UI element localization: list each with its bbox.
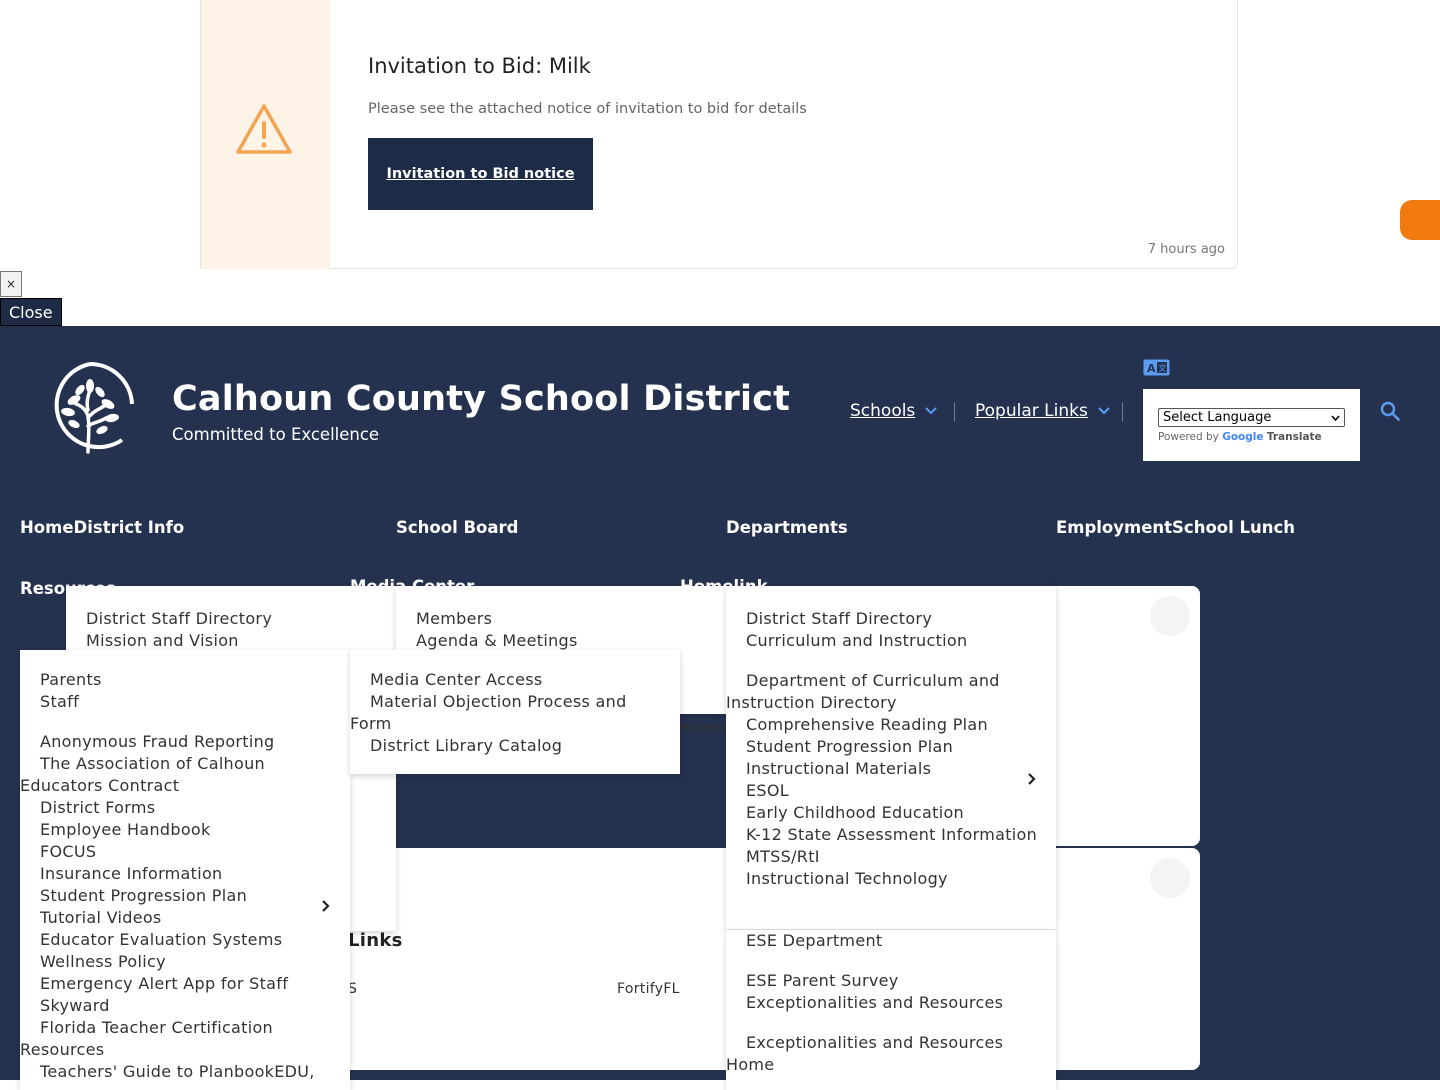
menu-item-curriculum-directory[interactable]: Department of Curriculum and Instruction… bbox=[726, 670, 1056, 714]
menu-item-mission-vision[interactable]: Mission and Vision bbox=[86, 630, 396, 652]
menu-spacer bbox=[726, 652, 1056, 670]
divider bbox=[1122, 402, 1123, 422]
nav-employment-school-lunch[interactable]: EmploymentSchool Lunch bbox=[1056, 518, 1295, 537]
menu-item-parents[interactable]: Parents bbox=[20, 669, 350, 691]
popular-links-label: Popular Links bbox=[975, 401, 1088, 421]
language-select-value: Select Language bbox=[1163, 410, 1272, 425]
menu-item-reading-plan[interactable]: Comprehensive Reading Plan bbox=[726, 714, 1056, 736]
menu-item-agenda-meetings[interactable]: Agenda & Meetings bbox=[416, 630, 726, 652]
language-select[interactable]: Select Language bbox=[1158, 408, 1345, 427]
menu-spacer bbox=[20, 713, 350, 731]
carousel-dot bbox=[1150, 858, 1190, 898]
alert-timestamp: 7 hours ago bbox=[1147, 242, 1225, 257]
chevron-down-icon bbox=[925, 407, 938, 415]
menu-item-district-staff-directory[interactable]: District Staff Directory bbox=[86, 608, 396, 630]
google-text: Google bbox=[1222, 431, 1264, 443]
menu-item-mtss-rti[interactable]: MTSS/RtI bbox=[726, 846, 1056, 868]
menu-fragment-ement: ement bbox=[680, 718, 730, 736]
menu-item-esol[interactable]: ESOL bbox=[726, 780, 1056, 802]
menu-item-exceptionalities[interactable]: Exceptionalities and Resources bbox=[726, 992, 1056, 1014]
menu-item-exceptionalities-home[interactable]: Exceptionalities and Resources Home bbox=[726, 1032, 1056, 1076]
warning-triangle-icon bbox=[236, 104, 292, 154]
links-heading: Links bbox=[348, 930, 403, 951]
tree-logo-icon[interactable] bbox=[44, 360, 136, 456]
fortifyfl-link[interactable]: FortifyFL bbox=[617, 978, 680, 1000]
invitation-notice-button[interactable]: Invitation to Bid notice bbox=[368, 138, 593, 210]
chevron-down-icon bbox=[1331, 414, 1340, 421]
chevron-down-icon bbox=[1098, 407, 1110, 415]
schools-dropdown[interactable]: Schools bbox=[850, 401, 938, 421]
menu-item-staff[interactable]: Staff bbox=[20, 691, 350, 713]
menu-item-employee-handbook[interactable]: Employee Handbook bbox=[20, 819, 350, 841]
menu-item-curriculum-instruction[interactable]: Curriculum and Instruction bbox=[726, 630, 1056, 652]
carousel-dot bbox=[1150, 596, 1190, 636]
powered-by-text: Powered by bbox=[1158, 431, 1219, 443]
powered-by-google: Powered by Google Translate bbox=[1158, 431, 1346, 443]
dismiss-x-button[interactable]: × bbox=[0, 271, 22, 297]
menu-item-progression-plan[interactable]: Student Progression Plan bbox=[20, 885, 350, 907]
menu-item-association-contract[interactable]: The Association of Calhoun Educators Con… bbox=[20, 753, 350, 797]
translate-icon: A 文 bbox=[1143, 359, 1170, 376]
resources-dropdown: Parents Staff Anonymous Fraud Reporting … bbox=[20, 650, 350, 1090]
menu-item-k12-assessment[interactable]: K-12 State Assessment Information bbox=[726, 824, 1056, 846]
search-icon[interactable] bbox=[1380, 401, 1400, 421]
menu-item-ese-parent-survey[interactable]: ESE Parent Survey bbox=[726, 970, 1056, 992]
divider bbox=[954, 402, 955, 422]
menu-item-insurance[interactable]: Insurance Information bbox=[20, 863, 350, 885]
menu-item-focus[interactable]: FOCUS bbox=[20, 841, 350, 863]
media-center-dropdown: Media Center Access Material Objection P… bbox=[350, 650, 680, 774]
chevron-right-icon[interactable] bbox=[1027, 773, 1037, 785]
menu-item-ese-department[interactable]: ESE Department bbox=[726, 930, 1056, 952]
menu-item-fraud-reporting[interactable]: Anonymous Fraud Reporting bbox=[20, 731, 350, 753]
background-panel bbox=[1040, 586, 1200, 846]
menu-item-teacher-certification[interactable]: Florida Teacher Certification Resources bbox=[20, 1017, 350, 1061]
menu-item-emergency-alert-app[interactable]: Emergency Alert App for Staff bbox=[20, 973, 350, 995]
departments-dropdown: District Staff Directory Curriculum and … bbox=[726, 586, 1056, 929]
svg-text:文: 文 bbox=[1159, 363, 1167, 373]
menu-item-dept-staff-directory[interactable]: District Staff Directory bbox=[726, 608, 1056, 630]
site-title[interactable]: Calhoun County School District bbox=[172, 379, 790, 419]
menu-item-library-catalog[interactable]: District Library Catalog bbox=[350, 735, 680, 757]
svg-text:A: A bbox=[1147, 362, 1156, 375]
menu-item-early-childhood[interactable]: Early Childhood Education bbox=[726, 802, 1056, 824]
nav-home-district-info[interactable]: HomeDistrict Info bbox=[20, 518, 184, 537]
google-logo[interactable]: Google bbox=[1222, 431, 1263, 443]
alert-card: Invitation to Bid: Milk Please see the a… bbox=[200, 0, 1238, 269]
menu-item-instructional-materials[interactable]: Instructional Materials bbox=[726, 758, 1056, 780]
menu-spacer bbox=[726, 952, 1056, 970]
menu-item-skyward[interactable]: Skyward bbox=[20, 995, 350, 1017]
google-translate-widget: Select Language Powered by Google Transl… bbox=[1143, 389, 1360, 461]
schools-label: Schools bbox=[850, 401, 916, 421]
alert-description: Please see the attached notice of invita… bbox=[368, 101, 807, 117]
menu-item-members[interactable]: Members bbox=[416, 608, 726, 630]
popular-links-dropdown[interactable]: Popular Links bbox=[975, 401, 1110, 421]
menu-item-wellness-policy[interactable]: Wellness Policy bbox=[20, 951, 350, 973]
chevron-right-icon[interactable] bbox=[321, 900, 331, 912]
site-tagline: Committed to Excellence bbox=[172, 425, 380, 444]
nav-departments[interactable]: Departments bbox=[726, 518, 848, 537]
menu-item-tutorial-videos[interactable]: Tutorial Videos bbox=[20, 907, 350, 929]
translate-link[interactable]: Translate bbox=[1267, 431, 1322, 443]
ese-dropdown: ESE Department ESE Parent Survey Excepti… bbox=[726, 930, 1056, 1090]
menu-item-district-forms[interactable]: District Forms bbox=[20, 797, 350, 819]
alert-stripe bbox=[200, 0, 330, 269]
menu-spacer bbox=[726, 1014, 1056, 1032]
feedback-tab[interactable] bbox=[1400, 200, 1440, 240]
menu-item-evaluation-systems[interactable]: Educator Evaluation Systems bbox=[20, 929, 350, 951]
menu-item-instructional-technology[interactable]: Instructional Technology bbox=[726, 868, 1056, 890]
close-button[interactable]: Close bbox=[0, 298, 62, 326]
alert-title: Invitation to Bid: Milk bbox=[368, 54, 591, 78]
menu-item-material-objection[interactable]: Material Objection Process and Form bbox=[350, 691, 660, 735]
nav-school-board[interactable]: School Board bbox=[396, 518, 518, 537]
menu-item-student-progression[interactable]: Student Progression Plan bbox=[726, 736, 1056, 758]
menu-item-media-center-access[interactable]: Media Center Access bbox=[350, 669, 680, 691]
